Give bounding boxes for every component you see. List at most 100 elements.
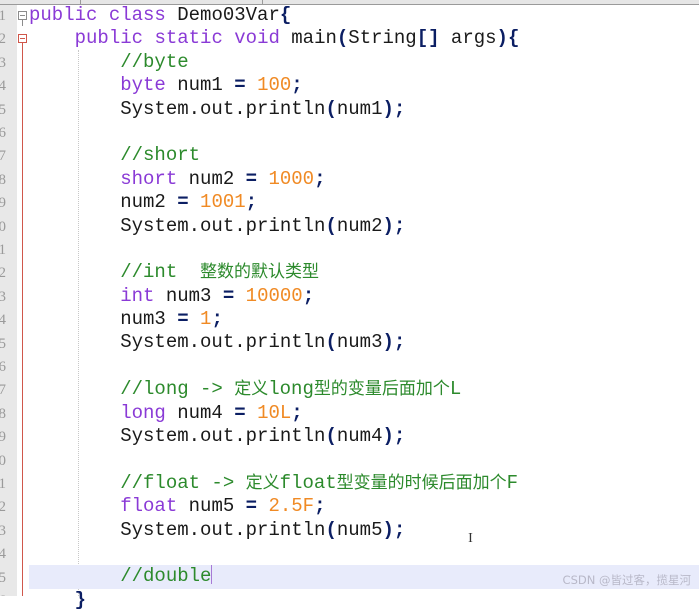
code-token: num1 bbox=[165, 74, 235, 97]
code-token: ; bbox=[314, 167, 326, 190]
code-token: = bbox=[177, 191, 189, 214]
code-line[interactable]: long num4 = 10L; bbox=[29, 402, 699, 425]
code-line[interactable]: public class Demo03Var{ bbox=[29, 4, 699, 27]
code-token: ( bbox=[325, 331, 337, 354]
code-token: ; bbox=[393, 214, 406, 237]
code-line[interactable]: System.out.println(num5); bbox=[29, 519, 699, 542]
line-number: 0 bbox=[0, 218, 6, 235]
code-token: ; bbox=[393, 518, 406, 541]
code-token: = bbox=[245, 495, 258, 518]
code-token: ; bbox=[393, 97, 406, 120]
watermark: CSDN @皆过客，揽星河 bbox=[562, 573, 691, 587]
code-line[interactable]: System.out.println(num2); bbox=[29, 215, 699, 238]
code-token: void bbox=[234, 27, 280, 50]
code-token: ; bbox=[302, 284, 315, 307]
code-line[interactable]: System.out.println(num1); bbox=[29, 98, 699, 121]
line-number: 3 bbox=[0, 54, 6, 71]
line-number: 3 bbox=[0, 288, 6, 305]
code-line[interactable]: public static void main(String[] args){ bbox=[29, 27, 699, 50]
code-token: [] bbox=[416, 27, 440, 50]
code-token: num4 bbox=[165, 401, 235, 424]
line-number: 8 bbox=[0, 171, 6, 188]
code-line[interactable]: //byte bbox=[29, 51, 699, 74]
code-token: ( bbox=[325, 97, 337, 120]
code-token: byte bbox=[120, 74, 166, 97]
line-number: 7 bbox=[0, 382, 6, 399]
code-token: { bbox=[279, 4, 292, 26]
code-line[interactable]: System.out.println(num4); bbox=[29, 425, 699, 448]
code-token: ) bbox=[496, 27, 508, 50]
code-line[interactable] bbox=[29, 448, 699, 471]
code-token: 整数的默认类型 bbox=[200, 262, 320, 283]
text-caret bbox=[211, 565, 213, 585]
line-number: 2 bbox=[0, 265, 6, 282]
code-token: 10000 bbox=[245, 284, 303, 307]
code-token: 10L bbox=[257, 401, 292, 424]
line-number: 6 bbox=[0, 125, 6, 141]
code-token: args bbox=[439, 27, 497, 50]
code-token: 1 bbox=[200, 308, 212, 331]
code-token: num4 bbox=[336, 425, 383, 448]
code-token: int bbox=[120, 284, 155, 307]
code-token: main bbox=[279, 27, 337, 50]
code-line[interactable]: //short bbox=[29, 144, 699, 167]
code-line[interactable]: short num2 = 1000; bbox=[29, 168, 699, 191]
code-line[interactable]: num2 = 1001; bbox=[29, 191, 699, 214]
fold-line-method bbox=[22, 42, 23, 596]
code-token: long bbox=[268, 378, 314, 401]
code-token: float bbox=[279, 471, 337, 494]
code-token: String bbox=[348, 27, 417, 50]
code-token: = bbox=[234, 74, 246, 97]
code-line[interactable]: //int 整数的默认类型 bbox=[29, 261, 699, 284]
line-number: 6 bbox=[0, 359, 6, 375]
code-token: 2.5F bbox=[268, 495, 315, 518]
code-token: num3 bbox=[29, 308, 178, 331]
code-token: num2 bbox=[177, 167, 246, 190]
code-line[interactable]: //float -> 定义float型变量的时候后面加个F bbox=[29, 472, 699, 495]
code-editor[interactable]: public class Demo03Var{ public static vo… bbox=[29, 4, 699, 612]
fold-margin bbox=[17, 5, 29, 596]
code-token: 定义 bbox=[234, 379, 269, 400]
code-line[interactable]: byte num1 = 100; bbox=[29, 74, 699, 97]
fold-collapse-icon[interactable] bbox=[18, 11, 27, 20]
code-line[interactable] bbox=[29, 238, 699, 261]
code-line[interactable]: num3 = 1; bbox=[29, 308, 699, 331]
code-token: 100 bbox=[257, 74, 292, 97]
code-token: = bbox=[177, 308, 189, 331]
code-token: static bbox=[154, 27, 223, 50]
code-line[interactable] bbox=[29, 355, 699, 378]
code-token: = bbox=[234, 401, 246, 424]
code-line[interactable]: float num5 = 2.5F; bbox=[29, 495, 699, 518]
code-token: System.out.println bbox=[29, 214, 326, 237]
code-line[interactable]: } bbox=[29, 589, 699, 612]
code-token: num3 bbox=[154, 284, 223, 307]
code-line[interactable]: int num3 = 10000; bbox=[29, 285, 699, 308]
code-line[interactable] bbox=[29, 121, 699, 144]
line-number: 8 bbox=[0, 405, 6, 422]
code-token: = bbox=[222, 284, 235, 307]
code-token: //byte bbox=[120, 50, 189, 73]
code-token: num5 bbox=[336, 518, 383, 541]
code-token: ( bbox=[336, 27, 349, 50]
code-token: //double bbox=[120, 565, 212, 588]
code-token: { bbox=[507, 27, 520, 50]
code-token: System.out.println bbox=[29, 518, 326, 541]
code-line[interactable]: System.out.println(num3); bbox=[29, 331, 699, 354]
line-number: 3 bbox=[0, 522, 6, 539]
line-number: 1 bbox=[0, 242, 6, 258]
code-line[interactable]: //long -> 定义long型的变量后面加个L bbox=[29, 378, 699, 401]
code-token: num2 bbox=[29, 191, 178, 214]
code-line[interactable] bbox=[29, 542, 699, 565]
fold-collapse-icon[interactable] bbox=[18, 34, 27, 43]
